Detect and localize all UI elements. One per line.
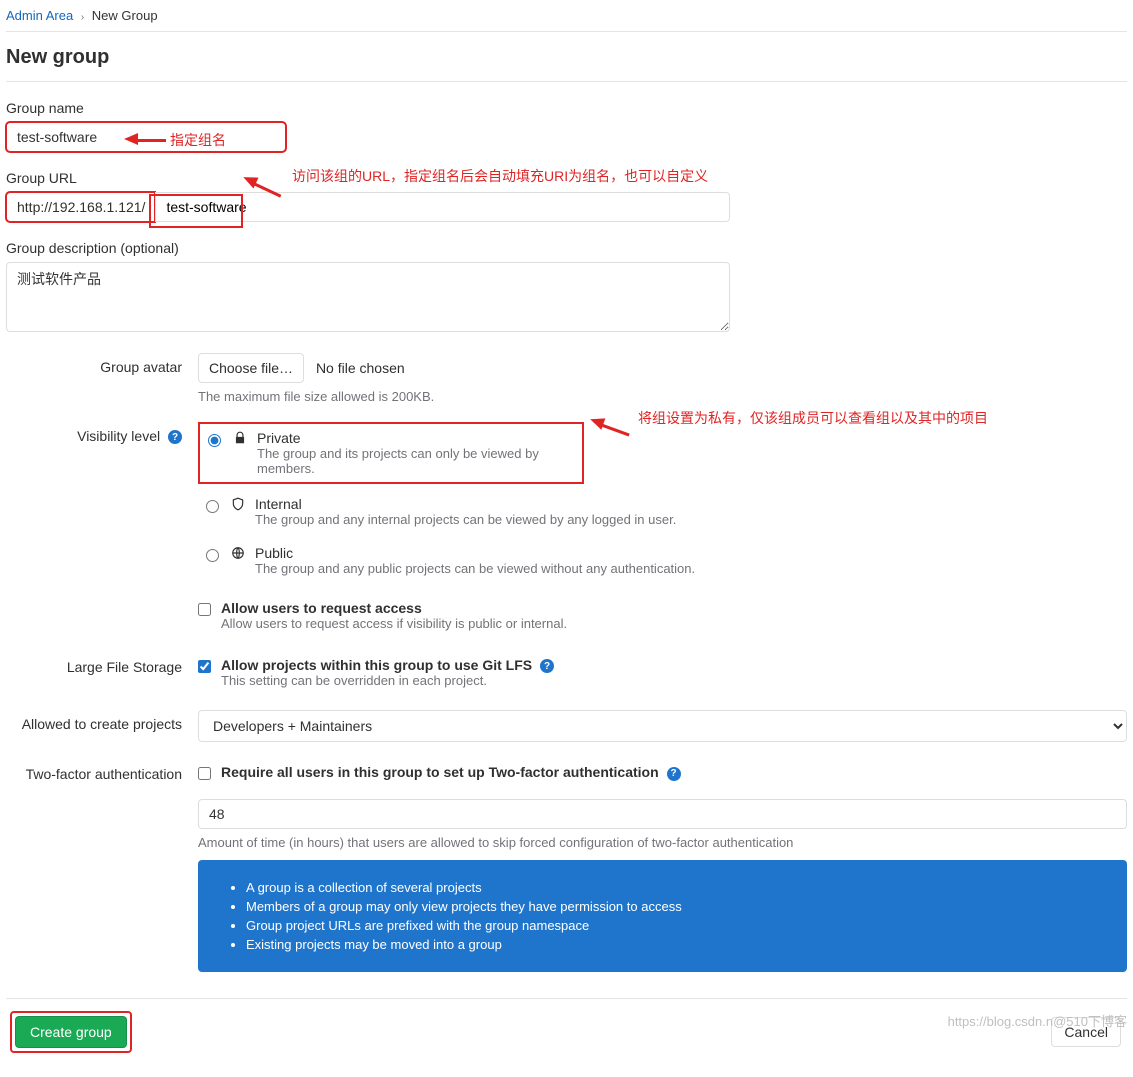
info-item: Members of a group may only view project…: [246, 899, 1107, 914]
lfs-desc: This setting can be overridden in each p…: [221, 673, 554, 688]
two-factor-label: Two-factor authentication: [6, 760, 198, 971]
two-factor-hours-help: Amount of time (in hours) that users are…: [198, 835, 1127, 850]
breadcrumb-admin-area[interactable]: Admin Area: [6, 8, 73, 23]
group-avatar-label: Group avatar: [6, 353, 198, 404]
file-chosen-status: No file chosen: [316, 360, 405, 376]
lfs-title: Allow projects within this group to use …: [221, 657, 532, 673]
shield-icon: [229, 497, 247, 514]
visibility-option-internal[interactable]: Internal The group and any internal proj…: [198, 490, 1127, 533]
visibility-radio-internal[interactable]: [206, 500, 219, 513]
avatar-help: The maximum file size allowed is 200KB.: [198, 389, 1127, 404]
info-item: Group project URLs are prefixed with the…: [246, 918, 1107, 933]
allowed-create-select[interactable]: Developers + Maintainers: [198, 710, 1127, 742]
page-title: New group: [6, 46, 1127, 69]
help-icon[interactable]: ?: [667, 767, 681, 781]
help-icon[interactable]: ?: [168, 430, 182, 444]
group-description-input[interactable]: 测试软件产品: [6, 262, 730, 332]
lock-icon: [231, 431, 249, 448]
visibility-desc: The group and any public projects can be…: [255, 561, 695, 576]
visibility-option-private[interactable]: Private The group and its projects can o…: [198, 422, 584, 484]
chevron-right-icon: ›: [77, 12, 88, 23]
visibility-title: Public: [255, 545, 695, 561]
info-item: Existing projects may be moved into a gr…: [246, 937, 1107, 952]
create-group-highlight: Create group: [12, 1013, 130, 1051]
request-access-title: Allow users to request access: [221, 600, 567, 616]
visibility-option-public[interactable]: Public The group and any public projects…: [198, 539, 1127, 582]
group-description-label: Group description (optional): [6, 240, 730, 256]
help-icon[interactable]: ?: [540, 659, 554, 673]
visibility-radio-public[interactable]: [206, 549, 219, 562]
globe-icon: [229, 546, 247, 563]
two-factor-hours-input[interactable]: [198, 799, 1127, 829]
group-name-input[interactable]: [6, 122, 286, 152]
allowed-create-label: Allowed to create projects: [6, 710, 198, 742]
visibility-title: Internal: [255, 496, 676, 512]
create-group-button[interactable]: Create group: [15, 1016, 127, 1048]
two-factor-checkbox[interactable]: [198, 767, 211, 780]
visibility-radio-private[interactable]: [208, 434, 221, 447]
lfs-checkbox[interactable]: [198, 660, 211, 673]
request-access-desc: Allow users to request access if visibil…: [221, 616, 567, 631]
visibility-title: Private: [257, 430, 574, 446]
divider: [6, 81, 1127, 82]
group-info-box: A group is a collection of several proje…: [198, 860, 1127, 972]
lfs-label: Large File Storage: [6, 653, 198, 692]
visibility-label: Visibility level: [77, 428, 160, 444]
info-item: A group is a collection of several proje…: [246, 880, 1107, 895]
request-access-checkbox[interactable]: [198, 603, 211, 616]
group-url-input[interactable]: [155, 192, 730, 222]
visibility-desc: The group and any internal projects can …: [255, 512, 676, 527]
divider: [6, 31, 1127, 32]
breadcrumb: Admin Area › New Group: [6, 0, 1127, 29]
group-url-label: Group URL: [6, 170, 1127, 186]
breadcrumb-current: New Group: [92, 8, 158, 23]
group-url-prefix: http://192.168.1.121/: [6, 192, 155, 222]
choose-file-button[interactable]: Choose file…: [198, 353, 304, 383]
visibility-desc: The group and its projects can only be v…: [257, 446, 574, 476]
cancel-button[interactable]: Cancel: [1051, 1017, 1121, 1047]
two-factor-title: Require all users in this group to set u…: [221, 764, 659, 780]
group-name-label: Group name: [6, 100, 1127, 116]
